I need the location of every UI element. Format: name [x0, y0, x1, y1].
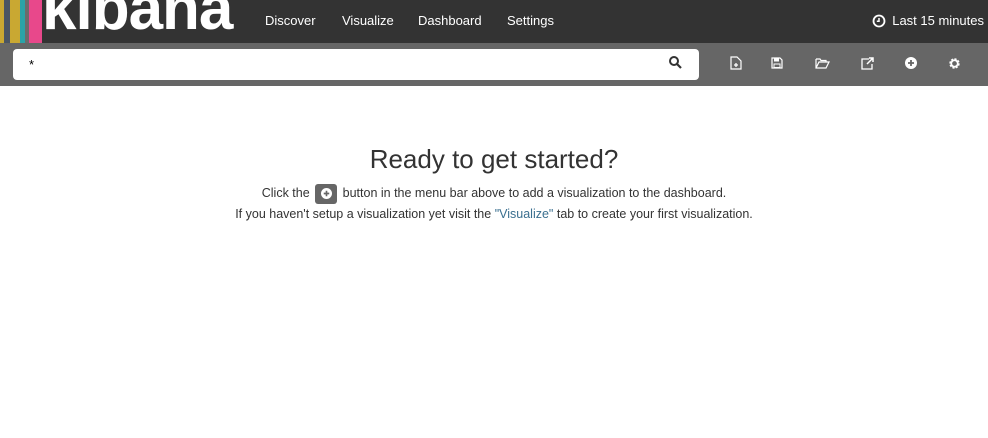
add-visualization-icon[interactable]	[903, 55, 919, 71]
open-folder-icon[interactable]	[814, 55, 830, 71]
dashboard-toolbar	[0, 43, 988, 86]
page-title: Ready to get started?	[369, 144, 619, 174]
add-visualization-inline-icon	[315, 183, 338, 204]
nav-settings[interactable]: Settings	[507, 13, 554, 28]
search-icon[interactable]	[668, 55, 682, 69]
clock-icon	[872, 14, 886, 27]
visualize-tab-link[interactable]: "Visualize"	[495, 207, 554, 221]
kibana-logo[interactable]: kibana	[0, 0, 235, 43]
top-navbar: kibana Discover Visualize Dashboard Sett…	[0, 0, 988, 43]
new-dashboard-icon[interactable]	[728, 55, 744, 71]
empty-dashboard-message: Ready to get started? Click the button i…	[0, 86, 988, 225]
share-icon[interactable]	[860, 55, 876, 71]
instruction-line-1: Click the button in the menu bar above t…	[0, 183, 988, 204]
nav-visualize[interactable]: Visualize	[342, 13, 394, 28]
settings-gear-icon[interactable]	[946, 55, 962, 71]
nav-dashboard[interactable]: Dashboard	[418, 13, 482, 28]
search-input[interactable]	[13, 49, 699, 80]
save-icon[interactable]	[769, 55, 785, 71]
timepicker-label: Last 15 minutes	[892, 13, 984, 28]
instruction-line-2: If you haven't setup a visualization yet…	[235, 207, 753, 221]
nav-discover[interactable]: Discover	[265, 13, 316, 28]
timepicker[interactable]: Last 15 minutes	[872, 13, 984, 28]
